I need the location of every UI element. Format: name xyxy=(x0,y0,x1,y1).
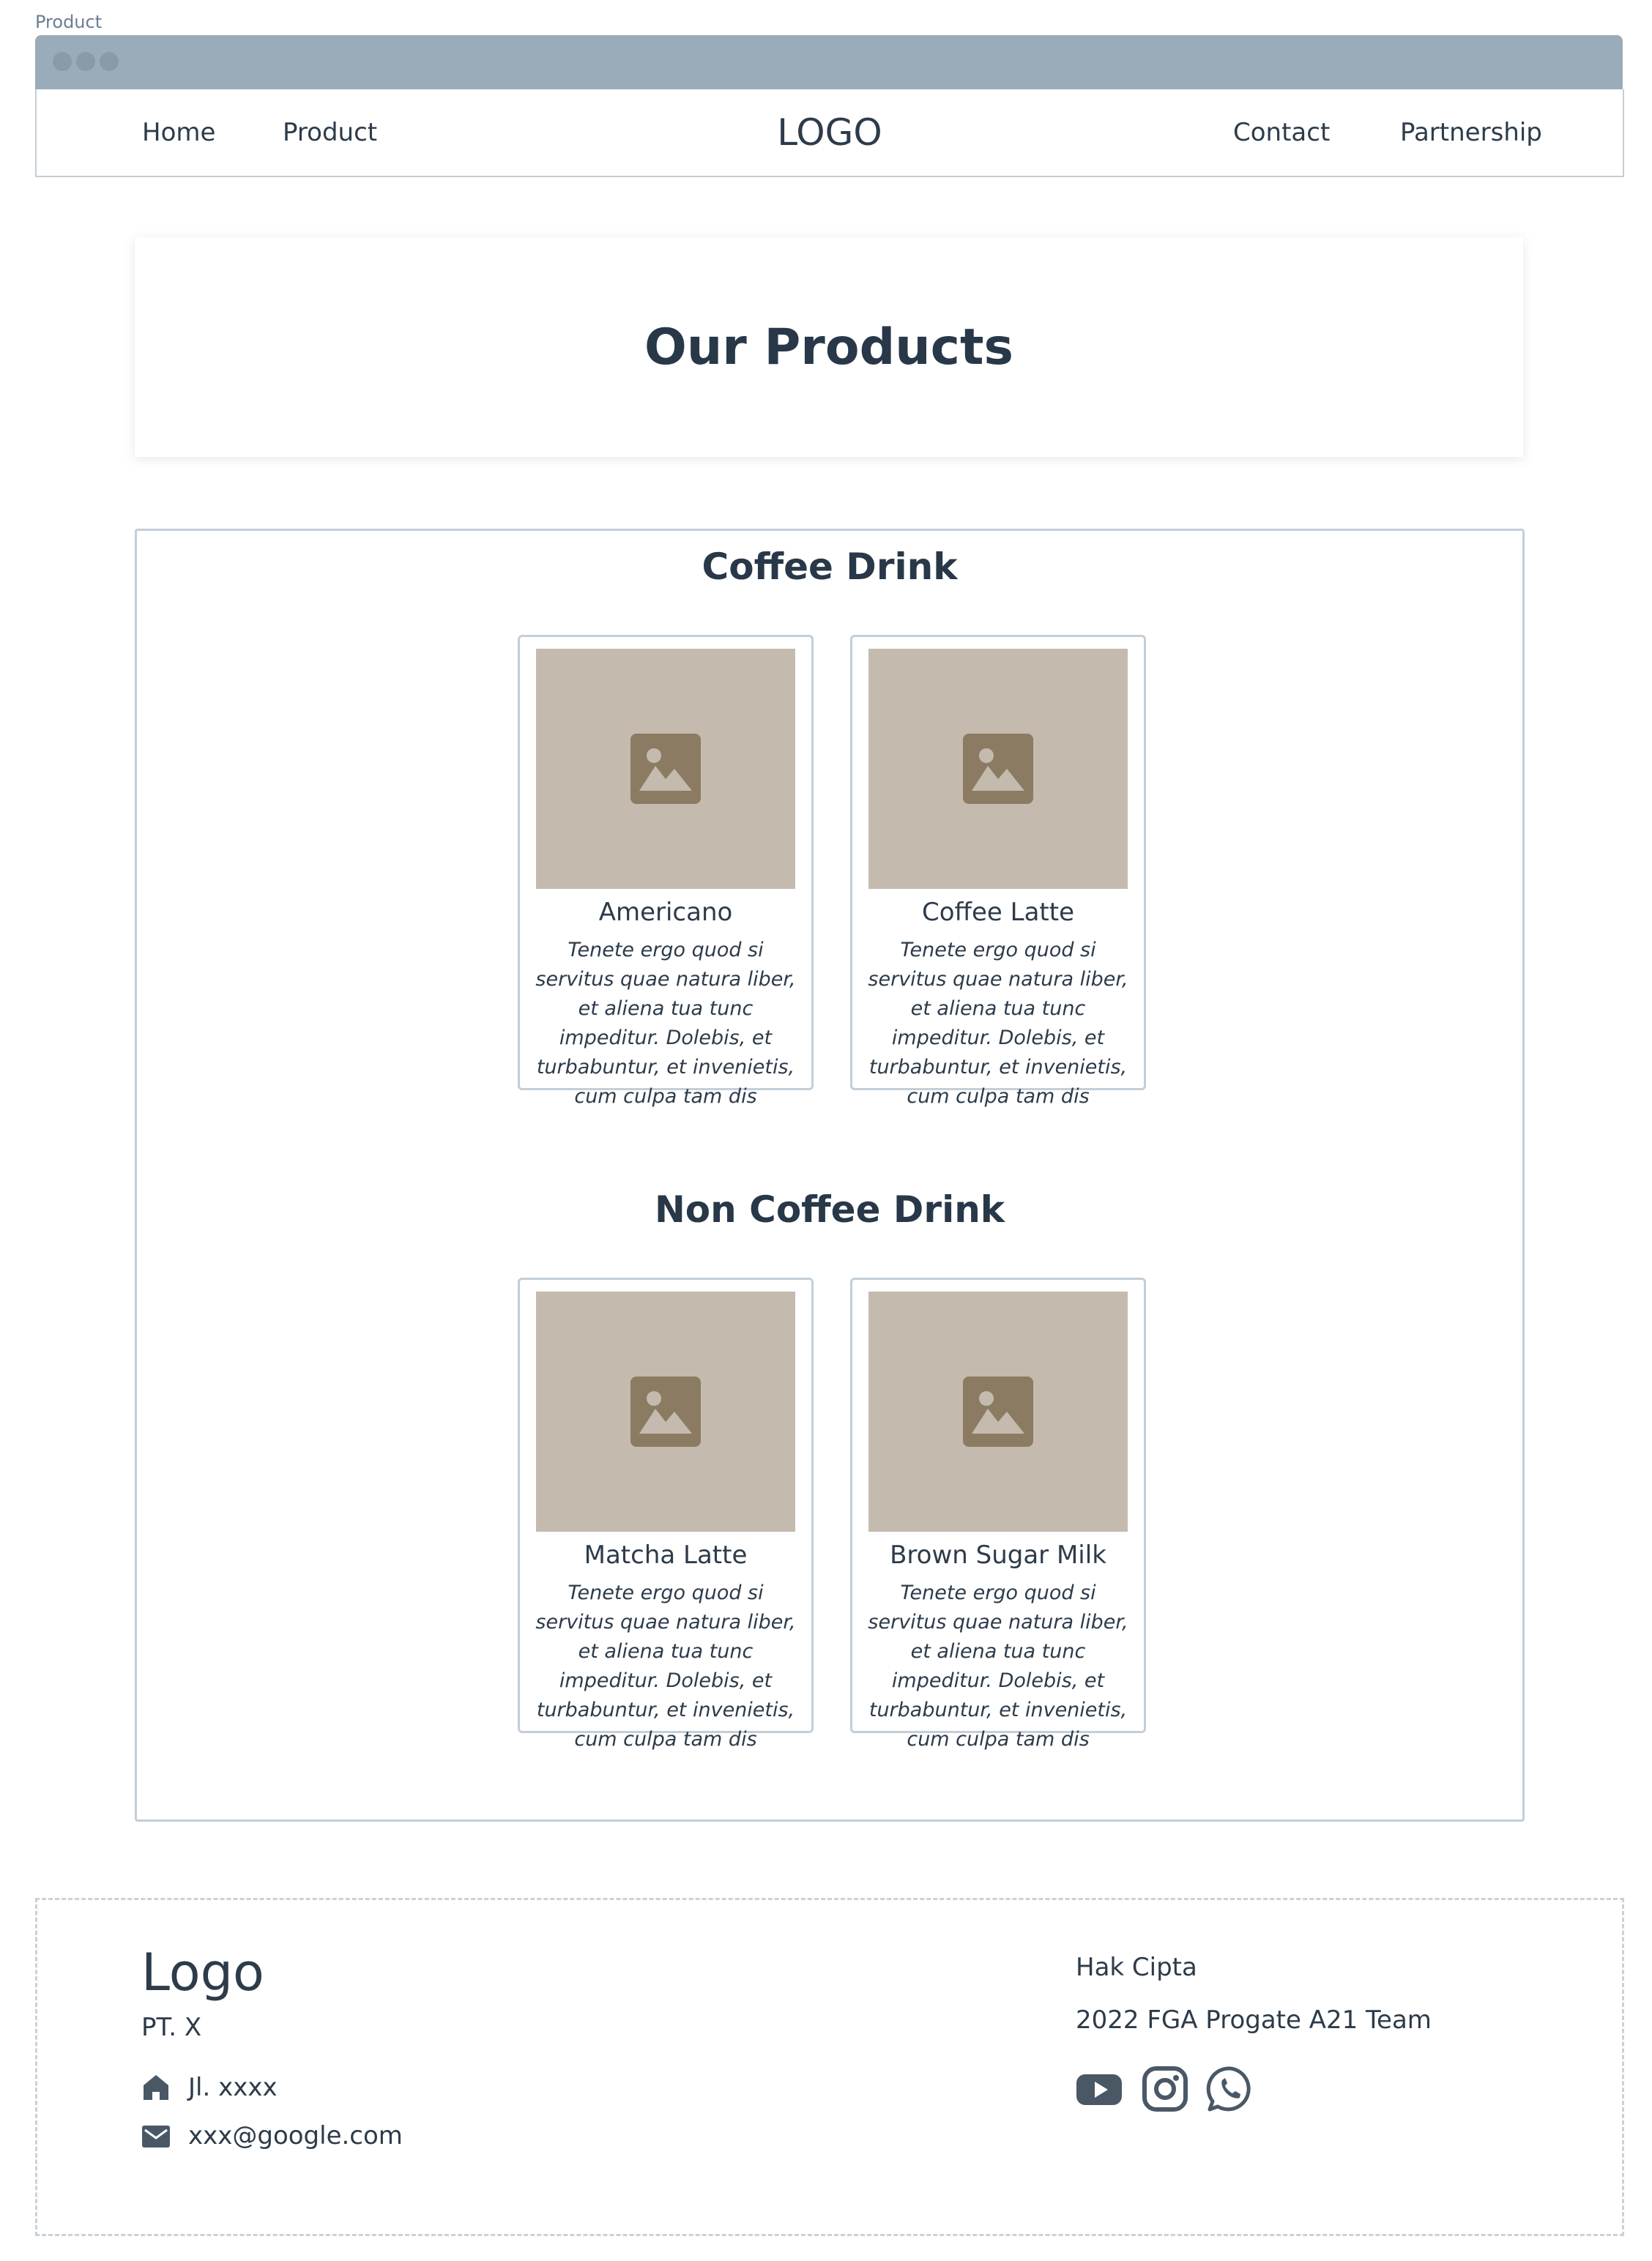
product-description: Tenete ergo quod si servitus quae natura… xyxy=(535,939,796,1108)
products-panel: Coffee Drink Americano Tenete ergo quod … xyxy=(135,529,1525,1822)
product-image-placeholder xyxy=(536,1292,795,1532)
product-name: Brown Sugar Milk xyxy=(890,1541,1106,1570)
page-title: Our Products xyxy=(644,318,1013,376)
product-card-americano[interactable]: Americano Tenete ergo quod si servitus q… xyxy=(518,635,814,1108)
window-minimize-dot[interactable] xyxy=(76,52,95,71)
copyright-label: Hak Cipta xyxy=(1076,1953,1197,1982)
section-title-coffee: Coffee Drink xyxy=(702,545,958,588)
nav-product-link[interactable]: Product xyxy=(283,89,377,176)
nav-logo: LOGO xyxy=(777,111,882,154)
footer-logo: Logo xyxy=(141,1942,264,2003)
image-placeholder-icon xyxy=(963,734,1033,804)
product-name: Americano xyxy=(598,898,733,927)
product-card-brown-sugar-milk[interactable]: Brown Sugar Milk Tenete ergo quod si ser… xyxy=(850,1278,1146,1751)
whatsapp-icon[interactable] xyxy=(1206,2066,1254,2114)
home-icon xyxy=(144,2075,168,2100)
footer-email-text[interactable]: xxx@google.com xyxy=(188,2121,403,2150)
browser-window: Home Product LOGO Contact Partnership Ou… xyxy=(35,35,1624,2236)
image-placeholder-icon xyxy=(630,734,701,804)
product-image-placeholder xyxy=(536,649,795,889)
mail-icon xyxy=(142,2126,170,2148)
section-title-non-coffee: Non Coffee Drink xyxy=(654,1188,1005,1231)
product-image-placeholder xyxy=(868,1292,1128,1532)
image-placeholder-icon xyxy=(963,1377,1033,1447)
hero-banner: Our Products xyxy=(135,237,1523,457)
product-description: Tenete ergo quod si servitus quae natura… xyxy=(868,939,1128,1108)
footer-company: PT. X xyxy=(141,2013,202,2042)
nav-contact-link[interactable]: Contact xyxy=(1233,89,1330,176)
product-name: Coffee Latte xyxy=(922,898,1074,927)
product-description: Tenete ergo quod si servitus quae natura… xyxy=(535,1582,796,1751)
product-image-placeholder xyxy=(868,649,1128,889)
window-titlebar xyxy=(35,35,1623,89)
window-close-dot[interactable] xyxy=(53,52,72,71)
instagram-icon[interactable] xyxy=(1142,2066,1188,2112)
copyright-text: 2022 FGA Progate A21 Team xyxy=(1076,2005,1432,2035)
product-card-coffee-latte[interactable]: Coffee Latte Tenete ergo quod si servitu… xyxy=(850,635,1146,1108)
footer-address-text: Jl. xxxx xyxy=(188,2073,278,2102)
frame-label: Product xyxy=(35,12,103,32)
youtube-icon[interactable] xyxy=(1076,2066,1123,2112)
product-card-matcha-latte[interactable]: Matcha Latte Tenete ergo quod si servitu… xyxy=(518,1278,814,1751)
nav-partnership-link[interactable]: Partnership xyxy=(1400,89,1542,176)
footer: Logo PT. X Jl. xxxx xxx@google.com Hak C… xyxy=(35,1898,1624,2236)
window-maximize-dot[interactable] xyxy=(100,52,119,71)
navbar: Home Product LOGO Contact Partnership xyxy=(35,89,1624,177)
product-description: Tenete ergo quod si servitus quae natura… xyxy=(868,1582,1128,1751)
nav-home-link[interactable]: Home xyxy=(142,89,215,176)
product-name: Matcha Latte xyxy=(584,1541,748,1570)
image-placeholder-icon xyxy=(630,1377,701,1447)
